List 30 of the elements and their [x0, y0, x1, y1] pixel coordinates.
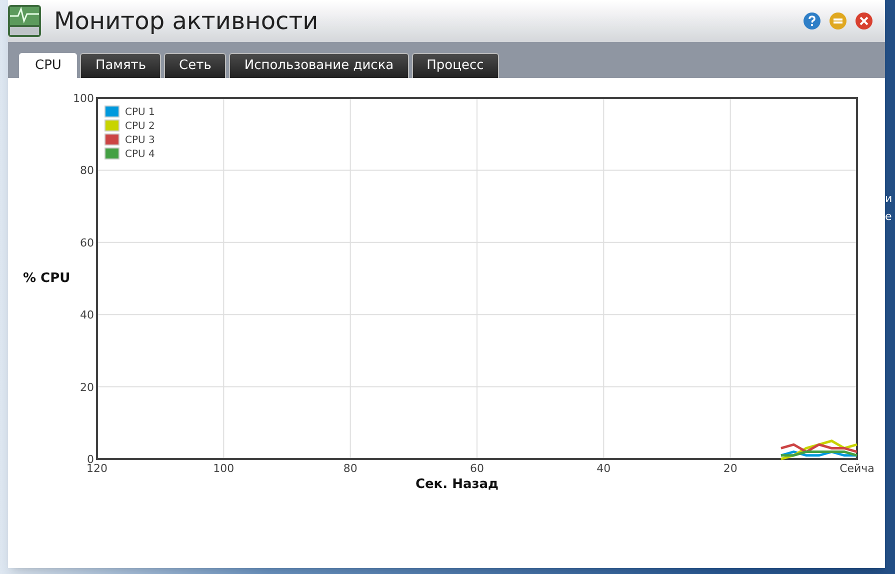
- axis-title: Сек. Назад: [415, 477, 499, 492]
- help-icon[interactable]: [803, 12, 821, 30]
- axis-tick-label: 40: [80, 308, 94, 322]
- desktop-text: е: [885, 209, 892, 225]
- axis-tick-label: 60: [470, 462, 484, 475]
- axis-title: % CPU: [23, 271, 70, 286]
- axis-tick-label: 100: [73, 92, 94, 105]
- axis-tick-label: 120: [86, 462, 108, 475]
- axis-tick-label: 80: [80, 164, 94, 178]
- tab[interactable]: Процесс: [412, 53, 499, 78]
- minimize-icon[interactable]: [829, 12, 847, 30]
- tab[interactable]: CPU: [19, 53, 78, 78]
- desktop-text: и: [885, 191, 892, 207]
- legend-label: CPU 1: [125, 107, 155, 118]
- legend-label: CPU 2: [125, 121, 155, 132]
- app-icon: [8, 4, 42, 38]
- tab[interactable]: Использование диска: [229, 53, 409, 78]
- axis-tick-label: 60: [80, 236, 94, 250]
- axis-tick-label: 40: [596, 462, 611, 475]
- window-title: Монитор активности: [54, 6, 318, 37]
- axis-tick-label: 80: [343, 462, 358, 475]
- axis-tick-label: 20: [723, 462, 738, 475]
- axis-tick-label: 100: [213, 462, 234, 475]
- tab[interactable]: Память: [80, 53, 162, 78]
- tab[interactable]: Сеть: [164, 53, 226, 78]
- close-icon[interactable]: [855, 12, 873, 30]
- axis-tick-label: Сейча: [840, 462, 874, 475]
- legend-label: CPU 3: [125, 135, 155, 146]
- axis-tick-label: 20: [80, 380, 94, 394]
- legend-label: CPU 4: [125, 149, 155, 160]
